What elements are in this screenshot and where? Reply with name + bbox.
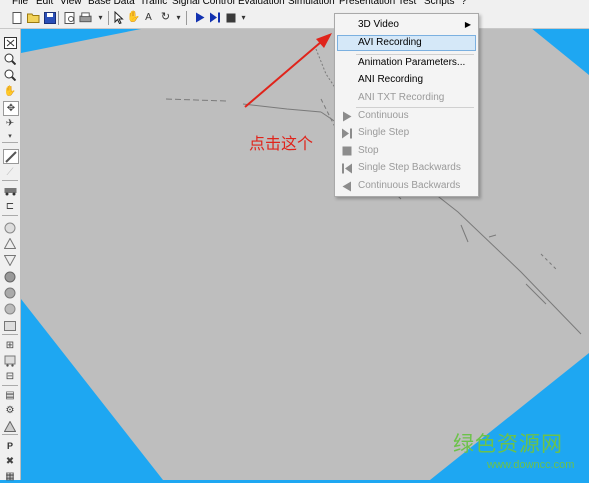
sidebar-separator: [2, 215, 18, 216]
toolbar-separator: [186, 11, 187, 25]
annotation-label: 点击这个: [249, 134, 314, 153]
toolbar-separator: [58, 11, 59, 25]
menu-item-ani-recording[interactable]: ANI Recording: [337, 72, 476, 88]
vehicle-icon[interactable]: [3, 184, 17, 197]
save-icon[interactable]: [43, 11, 56, 24]
menu-item-ani-txt-recording[interactable]: ANI TXT Recording: [337, 90, 476, 106]
step-forward-icon[interactable]: [208, 11, 221, 24]
yield-sign-icon[interactable]: [3, 254, 17, 267]
sidebar-separator: [2, 385, 18, 386]
rotate-3d-icon[interactable]: ✥: [3, 101, 19, 116]
watermark-logo-text: 绿色资源网: [453, 432, 563, 456]
font-size-icon[interactable]: A: [142, 11, 155, 24]
printer-icon[interactable]: [79, 11, 92, 24]
stop-icon: [341, 145, 353, 157]
play-backward-icon: [341, 180, 353, 192]
sidebar-separator: [2, 180, 18, 181]
menu-item-avi-recording[interactable]: AVI Recording: [337, 35, 476, 51]
pan-hand-icon[interactable]: ✋: [127, 11, 141, 24]
menu-item-label: 3D Video: [358, 19, 399, 30]
submenu-arrow-icon: ▶: [464, 20, 471, 29]
hand-icon[interactable]: ✋: [3, 85, 17, 98]
bus-stop-icon[interactable]: ⊞: [3, 339, 17, 352]
overlay-icon[interactable]: ▦: [3, 470, 17, 483]
play-icon[interactable]: [193, 11, 206, 24]
step-forward-icon: [341, 127, 353, 139]
menu-item-stop[interactable]: Stop: [337, 143, 476, 159]
travel-time-icon[interactable]: [3, 420, 17, 433]
priority-rule-icon[interactable]: [3, 286, 17, 299]
step-backward-icon: [341, 162, 353, 174]
chevron-down-icon[interactable]: ▾: [237, 11, 250, 24]
sidebar-separator: [2, 142, 18, 143]
menu-item-continuous-backwards[interactable]: Continuous Backwards: [337, 178, 476, 194]
ground-plane: [21, 29, 589, 480]
menu-presentation[interactable]: Presentation: [339, 0, 395, 8]
links-icon[interactable]: [3, 149, 19, 164]
network-3d-view[interactable]: [21, 29, 589, 480]
transit-line-icon[interactable]: [3, 354, 17, 367]
cross-tool-icon[interactable]: ✖: [3, 455, 17, 468]
open-folder-icon[interactable]: [27, 11, 40, 24]
new-file-icon[interactable]: [11, 11, 24, 24]
menu-item-label: Continuous: [358, 110, 409, 121]
sidebar-separator: [2, 434, 18, 435]
menu-view[interactable]: View: [60, 0, 82, 8]
warning-sign-icon[interactable]: [3, 237, 17, 250]
chevron-down-icon[interactable]: ▾: [94, 11, 107, 24]
menu-item-continuous[interactable]: Continuous: [337, 108, 476, 124]
menu-item-label: ANI Recording: [358, 74, 424, 85]
menu-item-label: Continuous Backwards: [358, 180, 461, 191]
menu-signal-control[interactable]: Signal Control: [172, 0, 235, 8]
menu-simulation[interactable]: Simulation: [288, 0, 335, 8]
menu-item-single-step-backwards[interactable]: Single Step Backwards: [337, 160, 476, 176]
menu-help[interactable]: ?: [461, 0, 467, 8]
chevron-down-icon[interactable]: ▾: [172, 11, 185, 24]
zoom-fit-icon[interactable]: [3, 36, 17, 49]
menu-item-animation-parameters[interactable]: Animation Parameters...: [337, 55, 476, 71]
menu-item-label: Animation Parameters...: [358, 57, 466, 68]
routing-icon[interactable]: ⊏: [3, 200, 17, 213]
menu-bar: File Edit View Base Data Traffic Signal …: [0, 0, 589, 8]
stop-icon[interactable]: [224, 11, 237, 24]
zoom-out-icon[interactable]: [3, 68, 17, 81]
node-icon[interactable]: ▤: [3, 389, 17, 402]
parking-lot-icon[interactable]: ⊟: [3, 370, 17, 383]
sidebar-separator: [2, 334, 18, 335]
detector-icon[interactable]: [3, 319, 17, 332]
menu-item-single-step[interactable]: Single Step: [337, 125, 476, 141]
watermark-url: www.downcc.com: [487, 459, 575, 471]
menu-edit[interactable]: Edit: [36, 0, 53, 8]
menu-item-label: Single Step: [358, 127, 410, 138]
play-icon: [341, 110, 353, 122]
signal-head-icon[interactable]: [3, 302, 17, 315]
menu-test[interactable]: Test: [398, 0, 416, 8]
menu-item-label: AVI Recording: [358, 37, 422, 48]
pointer-icon[interactable]: [112, 11, 125, 24]
menu-item-label: Single Step Backwards: [358, 162, 461, 173]
parking-icon[interactable]: P: [3, 439, 17, 452]
menu-traffic[interactable]: Traffic: [140, 0, 167, 8]
chevron-down-icon[interactable]: ▾: [3, 129, 17, 142]
menu-file[interactable]: File: [12, 0, 28, 8]
toolbar-separator: [108, 11, 109, 25]
menu-evaluation[interactable]: Evaluation: [238, 0, 285, 8]
toolbar: ▾ ✋ A ↻ ▾ ▾: [0, 8, 589, 29]
zoom-in-icon[interactable]: [3, 52, 17, 65]
presentation-dropdown-menu: 3D Video ▶ AVI Recording Animation Param…: [334, 13, 479, 197]
speed-limit-icon[interactable]: [3, 221, 17, 234]
connector-icon[interactable]: ⟋: [3, 166, 17, 179]
queue-counter-icon[interactable]: ⚙: [3, 404, 17, 417]
print-preview-icon[interactable]: [63, 11, 76, 24]
tool-sidebar: ✋ ✥ ✈ ▾ ⟋ ⊏ ⊞ ⊟ ▤ ⚙ P ✖ ▦: [0, 29, 21, 483]
menu-item-3d-video[interactable]: 3D Video ▶: [337, 17, 476, 33]
menu-item-label: ANI TXT Recording: [358, 92, 445, 103]
stop-sign-icon[interactable]: [3, 270, 17, 283]
menu-scripts[interactable]: Scripts: [424, 0, 455, 8]
menu-base-data[interactable]: Base Data: [88, 0, 135, 8]
menu-item-label: Stop: [358, 145, 379, 156]
rotate-icon[interactable]: ↻: [159, 11, 172, 24]
